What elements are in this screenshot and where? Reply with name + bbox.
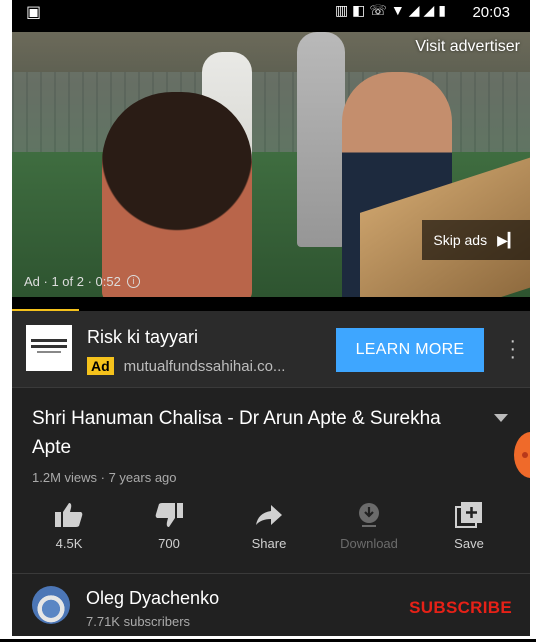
subscribe-button[interactable]: SUBSCRIBE xyxy=(409,598,512,618)
status-icons: ▥◧☏▼◢◢▮ xyxy=(334,2,450,18)
ad-domain: mutualfundssahihai.co... xyxy=(123,357,286,375)
video-title: Shri Hanuman Chalisa - Dr Arun Apte & Su… xyxy=(32,408,441,458)
ad-title: Risk ki tayyari xyxy=(87,327,199,347)
more-options-icon[interactable]: · · · xyxy=(509,331,516,367)
save-label: Save xyxy=(454,536,484,551)
expand-description-icon[interactable] xyxy=(494,414,508,422)
skip-ads-label: Skip ads xyxy=(433,232,488,248)
share-icon xyxy=(234,500,304,530)
video-frame-figure xyxy=(297,32,345,247)
save-button[interactable]: Save xyxy=(434,500,504,560)
video-frame-fence xyxy=(12,72,530,152)
ad-progress-bar xyxy=(12,297,530,311)
learn-more-button[interactable]: LEARN MORE xyxy=(336,328,484,372)
ad-badge: Ad xyxy=(87,357,114,375)
ad-info: Ad · 1 of 2 · 0:52 i xyxy=(24,274,140,289)
share-button[interactable]: Share xyxy=(234,500,304,560)
save-playlist-icon xyxy=(434,500,504,530)
channel-name[interactable]: Oleg Dyachenko xyxy=(86,588,219,609)
thumbs-down-icon xyxy=(134,500,204,530)
info-icon[interactable]: i xyxy=(126,275,140,288)
ad-info-text: Ad · 1 of 2 · 0:52 xyxy=(24,274,121,289)
status-bar: ▣ ▥◧☏▼◢◢▮ 20:03 xyxy=(12,0,530,32)
download-button[interactable]: Download xyxy=(334,500,404,560)
notification-icon: ▣ xyxy=(26,4,42,21)
floating-bubble[interactable] xyxy=(514,432,530,478)
subscriber-count: 7.71K subscribers xyxy=(86,614,191,629)
download-label: Download xyxy=(340,536,398,551)
youtube-app: ▣ ▥◧☏▼◢◢▮ 20:03 Visit advertiser Skip ad… xyxy=(12,0,530,636)
share-label: Share xyxy=(251,536,287,551)
ad-banner[interactable]: Risk ki tayyari Ad mutualfundssahihai.co… xyxy=(12,311,530,387)
skip-ads-button[interactable]: Skip ads ▶▎ xyxy=(422,220,530,260)
divider xyxy=(12,387,530,388)
video-meta: 1.2M views · 7 years ago xyxy=(32,470,177,485)
dislike-count: 700 xyxy=(158,536,180,551)
status-time: 20:03 xyxy=(472,4,510,21)
download-icon xyxy=(334,500,404,530)
channel-avatar[interactable] xyxy=(32,586,70,624)
like-count: 4.5K xyxy=(55,536,83,551)
visit-advertiser-link[interactable]: Visit advertiser xyxy=(415,38,520,56)
video-player[interactable]: Visit advertiser Skip ads ▶▎ Ad · 1 of 2… xyxy=(12,32,530,297)
video-frame-figure xyxy=(102,92,252,297)
channel-row[interactable]: Oleg Dyachenko 7.71K subscribers SUBSCRI… xyxy=(12,574,530,636)
thumbs-up-icon xyxy=(34,500,104,530)
dislike-button[interactable]: 700 xyxy=(134,500,204,560)
action-bar: 4.5K 700 Share Download Save xyxy=(34,500,504,560)
advertiser-logo xyxy=(26,325,72,371)
skip-next-icon: ▶▎ xyxy=(497,231,519,248)
mutual-funds-logo-icon xyxy=(31,339,67,353)
ad-subline: Ad mutualfundssahihai.co... xyxy=(87,357,285,375)
like-button[interactable]: 4.5K xyxy=(34,500,104,560)
